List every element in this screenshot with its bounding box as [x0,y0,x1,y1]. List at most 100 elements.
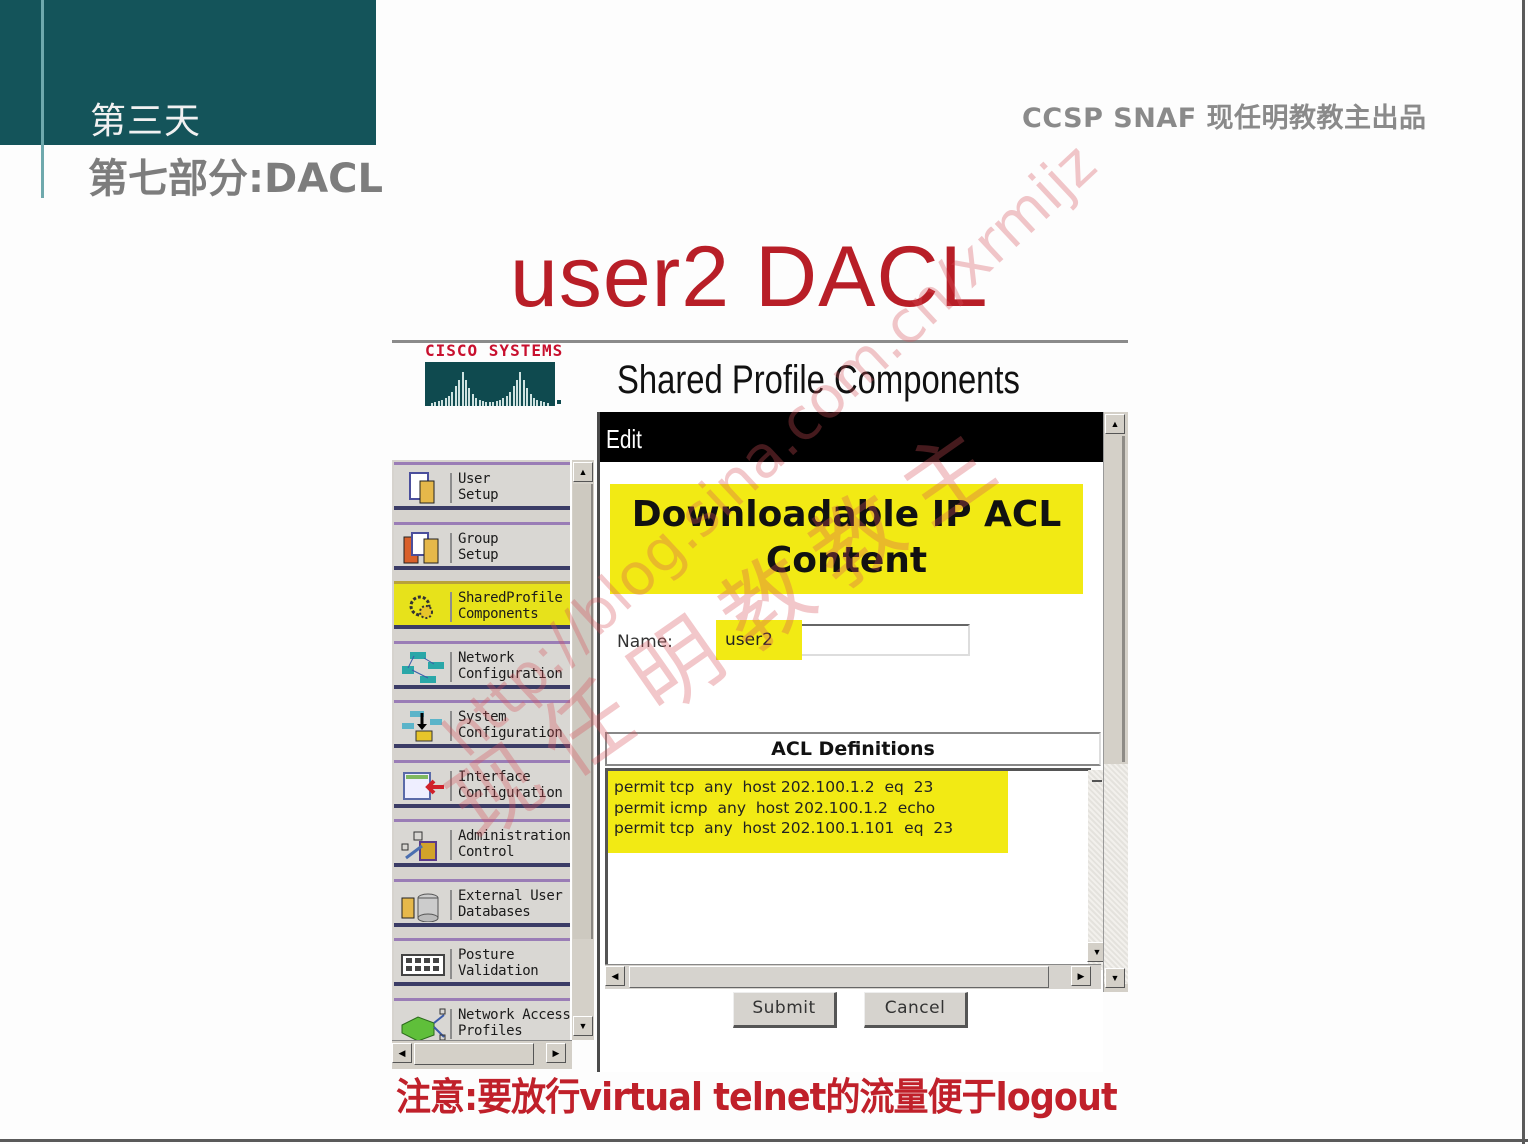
cisco-logo-bar [546,403,549,406]
acl-definitions-header: ACL Definitions [605,732,1101,766]
cisco-logo-bar [441,400,444,406]
network-config-icon [402,651,444,683]
sidebar-item-interface[interactable]: Interface Configuration [394,759,570,808]
nav-hscroll-thumb[interactable] [414,1043,534,1065]
slide-title: user2 DACL [510,229,989,325]
cisco-logo-bar [519,372,522,406]
user-setup-icon [409,472,435,504]
cisco-logo-bar [444,398,447,406]
scroll-down-icon[interactable]: ▼ [1105,968,1125,988]
sidebar-item-sharedprofile[interactable]: SharedProfile Components [394,581,570,629]
system-config-icon [402,711,442,742]
sidebar-item-label: External User Databases [458,887,563,920]
cisco-logo-icon [425,362,555,406]
edit-vertical-scrollbar[interactable]: ▲ ▼ [1103,412,1128,992]
sidebar-item-network[interactable]: Network Configuration [394,640,570,689]
edit-scroll-track[interactable] [1104,764,1128,984]
cisco-logo-bar [539,401,542,406]
nav-scroll-thumb[interactable] [573,484,593,939]
brand-label: CCSP SNAF 现任明教教主出品 [1022,103,1427,134]
cisco-wordmark: CISCO SYSTEMS [425,341,564,360]
name-input-value[interactable]: user2 [725,630,773,650]
name-label: Name: [617,632,673,652]
nav-sidebar: User Setup Group Setup SharedProfile Compo… [392,460,570,1040]
scroll-down-icon[interactable]: ▼ [573,1016,593,1036]
cisco-logo-bar [475,398,478,406]
sidebar-item-administration[interactable]: Administration Control [394,819,570,867]
cisco-logo-bar [448,396,450,406]
scroll-left-icon[interactable]: ◀ [392,1043,412,1063]
cisco-logo-bar [499,400,501,406]
cisco-logo-bar [492,402,495,406]
scroll-right-icon[interactable]: ▶ [1071,966,1091,986]
cisco-logo-bar [434,402,437,406]
cisco-logo-bar [522,380,525,406]
cisco-logo-bar [454,386,457,406]
external-db-icon [401,893,439,922]
scroll-right-icon[interactable]: ▶ [546,1043,566,1063]
submit-button[interactable]: Submit [733,992,837,1028]
group-setup-icon [403,531,439,563]
sidebar-item-network-access[interactable]: Network Access Profiles [394,997,570,1040]
acl-line[interactable]: permit tcp any host 202.100.1.101 eq 23 [614,818,953,839]
sidebar-item-label: Network Configuration [458,649,563,682]
acl-horizontal-scrollbar[interactable]: ◀ ▶ [605,964,1101,989]
acl-definitions-textarea[interactable]: permit tcp any host 202.100.1.2 eq 23 per… [605,768,1091,964]
cisco-logo-bar [516,380,518,406]
sidebar-item-group[interactable]: Group Setup [394,521,570,570]
sidebar-item-label: Network Access Profiles [458,1006,570,1039]
dacl-heading: Downloadable IP ACL Content [610,484,1083,594]
cisco-logo-bar [478,400,481,406]
edit-bar: Edit [600,412,1103,462]
acl-lines[interactable]: permit tcp any host 202.100.1.2 eq 23 per… [614,777,953,839]
shared-profile-icon [409,595,433,619]
sidebar-item-system[interactable]: System Configuration [394,700,570,748]
sidebar-item-label: Interface Configuration [458,768,563,801]
section-label: 第七部分:DACL [88,156,383,202]
sidebar-item-posture[interactable]: Posture Validation [394,938,570,986]
cisco-logo-bar [431,403,433,406]
cisco-logo-dot [557,400,561,404]
acl-hscroll-thumb[interactable] [629,966,1049,988]
nav-item-separator [450,830,452,860]
cisco-logo-bar [468,388,471,406]
cisco-logo-bar [471,394,474,406]
nav-item-separator [450,770,452,801]
sidebar-item-label: Posture Validation [458,947,539,979]
slide-note: 注意:要放行virtual telnet的流量便于logout [396,1075,1118,1119]
scroll-up-icon[interactable]: ▲ [573,462,593,482]
cancel-button[interactable]: Cancel [864,992,968,1028]
sidebar-item-label: Group Setup [458,530,499,563]
nav-item-separator [450,889,452,920]
cisco-logo-bar [485,402,488,406]
scroll-left-icon[interactable]: ◀ [605,966,625,986]
cisco-logo-bar [509,392,512,406]
slide-border-bottom [0,1139,1528,1142]
nav-item-separator [450,592,452,622]
cisco-logo-bar [536,400,539,406]
nav-item-separator [450,473,452,503]
name-input[interactable]: user2 [716,620,970,660]
cisco-logo-bar [458,380,461,406]
nav-vertical-scrollbar[interactable]: ▲ ▼ [572,460,594,1040]
nav-horizontal-scrollbar[interactable]: ◀ ▶ [392,1040,572,1069]
sidebar-item-label: SharedProfile Components [458,590,563,622]
edit-scroll-thumb[interactable] [1105,436,1125,762]
scroll-up-icon[interactable]: ▲ [1105,414,1125,434]
slide-border-right [1522,0,1525,1144]
cisco-logo-bar [461,372,464,406]
acl-line[interactable]: permit tcp any host 202.100.1.2 eq 23 [614,777,953,798]
sidebar-item-external-user[interactable]: External User Databases [394,878,570,927]
cisco-logo-bar [488,402,491,406]
dacl-heading-line2: Content [765,540,928,581]
acl-line[interactable]: permit icmp any host 202.100.1.2 echo [614,798,953,819]
cisco-logo-bar [533,398,535,406]
cisco-logo-bar [495,401,498,406]
sidebar-item-user[interactable]: User Setup [394,462,570,510]
sidebar-item-label: User Setup [458,471,499,503]
cisco-logo-bar [482,401,484,406]
page-title: Shared Profile Components [617,358,1020,402]
cisco-logo-bar [526,388,529,406]
nav-item-separator [450,1008,452,1039]
cisco-logo-bar [437,401,440,406]
